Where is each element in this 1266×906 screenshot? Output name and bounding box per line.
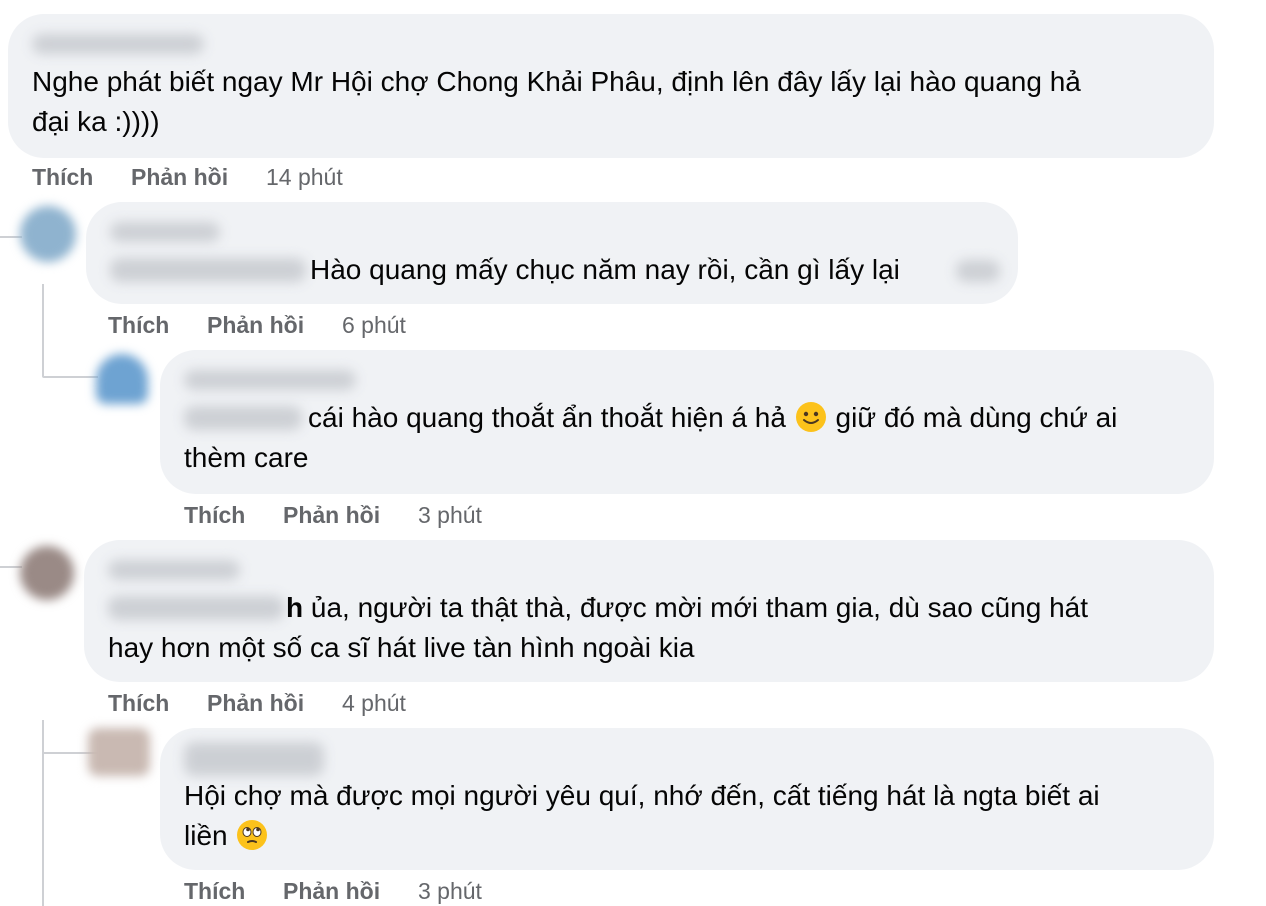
comment-timestamp[interactable]: 14 phút [266,162,343,192]
comment-bubble-3: cái hào quang thoắt ẩn thoắt hiện á hả g… [160,350,1214,494]
comment-timestamp[interactable]: 4 phút [342,688,406,718]
comment-text-4: h ủa, người ta thật thà, được mời mới th… [108,592,1088,663]
author-name-2[interactable] [110,222,220,242]
comment-actions-1: Thích Phản hồi 14 phút [32,162,432,192]
face-with-rolling-eyes-icon [237,820,268,850]
reply-button[interactable]: Phản hồi [207,310,304,340]
comment-actions-3: Thích Phản hồi 3 phút [184,500,584,530]
mention-tag[interactable] [110,258,306,282]
thread-line-1 [0,236,22,238]
reply-button[interactable]: Phản hồi [131,162,228,192]
comment-bubble-1: Nghe phát biết ngay Mr Hội chợ Chong Khả… [8,14,1214,158]
thread-line-2 [42,284,44,376]
comment-text-1: Nghe phát biết ngay Mr Hội chợ Chong Khả… [32,66,1081,137]
avatar[interactable] [96,354,148,404]
author-name-3[interactable] [184,370,356,390]
avatar[interactable] [20,206,76,262]
comment-bubble-2: Hào quang mấy chục năm nay rồi, cần gì l… [86,202,1018,304]
comment-actions-2: Thích Phản hồi 6 phút [108,310,508,340]
comment-text-2: Hào quang mấy chục năm nay rồi, cần gì l… [310,254,900,285]
comment-timestamp[interactable]: 3 phút [418,500,482,530]
comment-actions-5: Thích Phản hồi 3 phút [184,876,584,906]
avatar[interactable] [20,546,74,600]
comment-text-3: cái hào quang thoắt ẩn thoắt hiện á hả g… [184,402,1118,473]
avatar[interactable] [88,728,150,776]
comment-bubble-4: h ủa, người ta thật thà, được mời mới th… [84,540,1214,682]
reply-button[interactable]: Phản hồi [207,688,304,718]
reply-button[interactable]: Phản hồi [283,876,380,906]
comment-actions-4: Thích Phản hồi 4 phút [108,688,508,718]
like-button[interactable]: Thích [184,500,245,530]
author-name-5[interactable] [184,742,324,776]
like-button[interactable]: Thích [108,310,169,340]
author-name-1[interactable] [32,34,204,54]
like-button[interactable]: Thích [184,876,245,906]
thread-line-4 [42,720,44,906]
comment-timestamp[interactable]: 6 phút [342,310,406,340]
like-button[interactable]: Thích [108,688,169,718]
trailing-text-blur [956,260,1000,282]
slightly-smiling-face-icon [795,402,826,432]
comment-timestamp[interactable]: 3 phút [418,876,482,906]
thread-line-2-branch [42,376,98,378]
like-button[interactable]: Thích [32,162,93,192]
reply-button[interactable]: Phản hồi [283,500,380,530]
author-name-4[interactable] [108,560,240,580]
thread-line-3 [0,566,22,568]
comment-bubble-5: Hội chợ mà được mọi người yêu quí, nhớ đ… [160,728,1214,870]
comment-text-5: Hội chợ mà được mọi người yêu quí, nhớ đ… [184,780,1100,851]
